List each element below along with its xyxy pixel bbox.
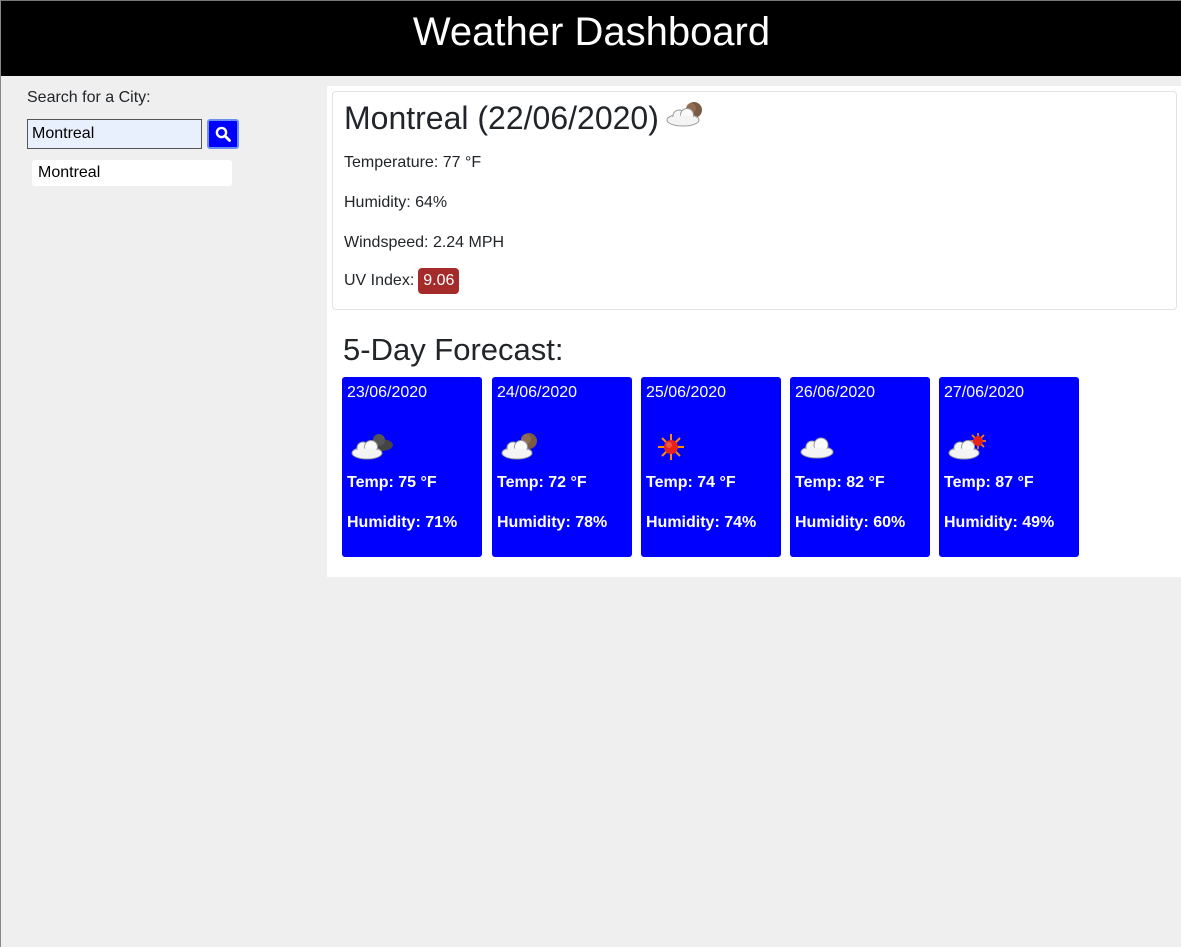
search-button[interactable] — [207, 119, 239, 149]
forecast-temp: Temp: 74 °F — [646, 474, 736, 491]
forecast-humidity: Humidity: 49% — [944, 514, 1055, 531]
forecast-date: 26/06/2020 — [795, 384, 876, 401]
forecast-temp: Temp: 75 °F — [347, 474, 437, 491]
clear-sun-icon — [646, 425, 696, 465]
forecast-card: 24/06/2020 Temp: 72 °F Humidity: 78% — [492, 377, 632, 557]
forecast-temp: Temp: 82 °F — [795, 474, 885, 491]
uv-index-badge: 9.06 — [418, 268, 460, 294]
forecast-date: 25/06/2020 — [646, 384, 727, 401]
forecast-humidity: Humidity: 60% — [795, 514, 906, 531]
forecast-temp: Temp: 72 °F — [497, 474, 587, 491]
partly-cloudy-day-icon — [944, 425, 994, 465]
forecast-humidity: Humidity: 71% — [347, 514, 458, 531]
forecast-card: 26/06/2020 Temp: 82 °F Humidity: 60% — [790, 377, 930, 557]
cloud-icon — [795, 425, 845, 465]
forecast-date: 27/06/2020 — [944, 384, 1025, 401]
partly-cloudy-night-icon — [665, 98, 707, 138]
forecast-temp: Temp: 87 °F — [944, 474, 1034, 491]
history-item-montreal[interactable]: Montreal — [32, 160, 232, 186]
current-weather-heading: Montreal (22/06/2020) — [344, 98, 707, 138]
partly-cloudy-night-icon — [497, 425, 547, 465]
forecast-humidity: Humidity: 78% — [497, 514, 608, 531]
uv-index-label: UV Index: — [344, 272, 415, 289]
app-header: Weather Dashboard — [1, 0, 1181, 76]
current-temperature: Temperature: 77 °F — [344, 154, 482, 171]
city-date-title: Montreal (22/06/2020) — [344, 100, 659, 136]
current-weather-card: Montreal (22/06/2020) Temperature: 77 °F… — [332, 91, 1177, 310]
forecast-card: 25/06/2020 Temp: 74 °F Humidity: 74% — [641, 377, 781, 557]
broken-clouds-night-icon — [347, 425, 397, 465]
current-uv-index: UV Index: 9.06 — [344, 268, 460, 294]
current-humidity: Humidity: 64% — [344, 194, 448, 211]
forecast-title: 5-Day Forecast: — [343, 332, 564, 367]
page-title: Weather Dashboard — [412, 10, 771, 54]
current-windspeed: Windspeed: 2.24 MPH — [344, 234, 505, 251]
search-icon — [215, 126, 231, 142]
main-panel: Montreal (22/06/2020) Temperature: 77 °F… — [327, 86, 1181, 577]
forecast-humidity: Humidity: 74% — [646, 514, 757, 531]
city-search-input[interactable] — [27, 119, 202, 149]
search-label: Search for a City: — [27, 89, 151, 106]
forecast-date: 23/06/2020 — [347, 384, 428, 401]
forecast-card: 23/06/2020 Temp: 75 °F Humidity: 71% — [342, 377, 482, 557]
forecast-date: 24/06/2020 — [497, 384, 578, 401]
forecast-card: 27/06/2020 Temp: 87 °F Humidity: 49% — [939, 377, 1079, 557]
